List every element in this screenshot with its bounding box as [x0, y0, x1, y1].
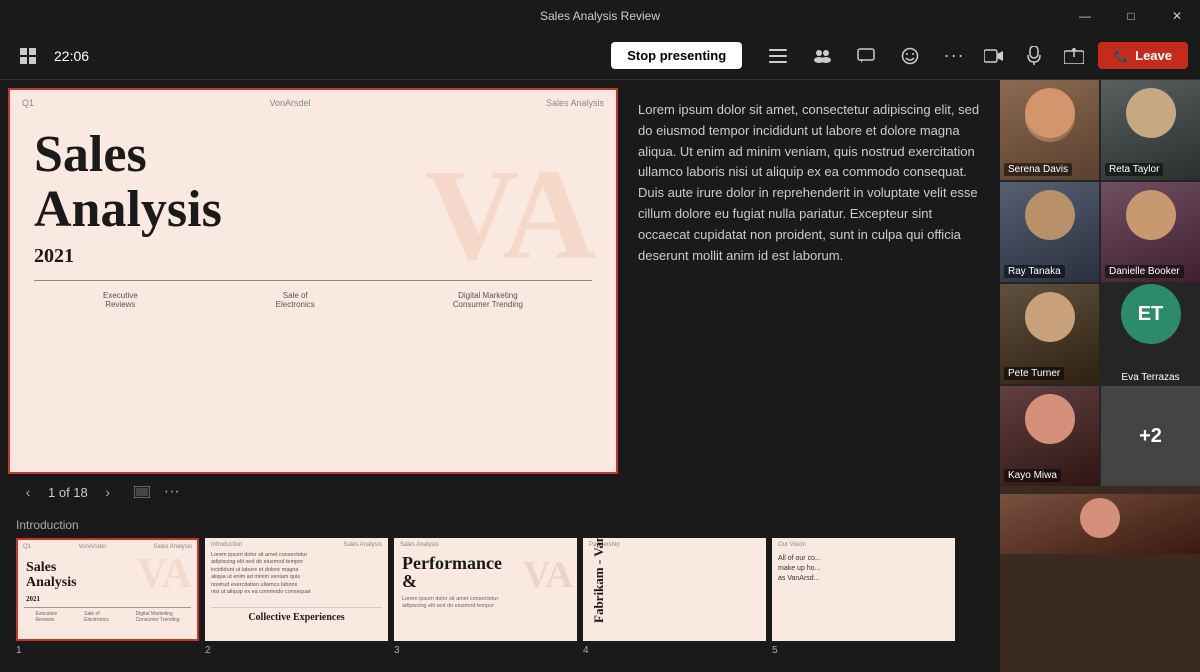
more-options-icon[interactable]: ···: [938, 40, 970, 72]
time-display: 22:06: [54, 48, 89, 64]
participant-tile-eva: ET Eva Terrazas: [1101, 284, 1200, 384]
thumbnail-2[interactable]: IntroductionSales Analysis Lorem ipsum d…: [205, 538, 388, 656]
participant-grid: Serena Davis Reta Taylor Ray Tanaka: [1000, 80, 1200, 486]
thumb-box-3[interactable]: Sales Analysis Performance& Lorem ipsum …: [394, 538, 577, 641]
participant-tile-pete: Pete Turner: [1000, 284, 1099, 384]
camera-icon[interactable]: [978, 40, 1010, 72]
participant-tile-serena: Serena Davis: [1000, 80, 1099, 180]
slide-view-area: Q1 VonArsdel Sales Analysis Sales Analys…: [8, 88, 992, 474]
participant-name-reta: Reta Taylor: [1105, 163, 1163, 176]
thumb2-header: IntroductionSales Analysis: [205, 538, 388, 550]
participant-name-pete: Pete Turner: [1004, 367, 1064, 380]
prev-page-button[interactable]: ‹: [16, 480, 40, 504]
slide-q-label: Q1: [22, 98, 34, 108]
slide-footer-item-2: Sale of Electronics: [276, 291, 315, 309]
thumb-box-1[interactable]: Q1VonArsdelSales Analysis SalesAnalysis …: [16, 538, 199, 641]
slide-footer-item-3: Digital Marketing Consumer Trending: [453, 291, 523, 309]
eva-avatar: ET: [1121, 284, 1181, 344]
share-screen-icon[interactable]: [1058, 40, 1090, 72]
last-participant-area: [1000, 486, 1200, 672]
presentation-panel: Q1 VonArsdel Sales Analysis Sales Analys…: [0, 80, 1000, 672]
app-grid-icon[interactable]: [12, 40, 44, 72]
slide-title-area: Sales Analysis 2021: [10, 116, 616, 280]
participant-name-eva: Eva Terrazas: [1117, 371, 1183, 384]
last-participant-tile: [1000, 494, 1200, 554]
main-slide: Q1 VonArsdel Sales Analysis Sales Analys…: [10, 90, 616, 472]
thumb-num-4: 4: [583, 645, 766, 656]
thumb5-header: Our Vision: [772, 538, 955, 550]
pagination-bar: ‹ 1 of 18 › ···: [8, 474, 992, 510]
slide-main-title: Sales Analysis: [34, 128, 592, 237]
section-label: Introduction: [16, 518, 984, 532]
microphone-icon[interactable]: [1018, 40, 1050, 72]
slide-view-icon[interactable]: [128, 480, 156, 504]
thumbnails-row: Q1VonArsdelSales Analysis SalesAnalysis …: [16, 538, 984, 656]
notes-text: Lorem ipsum dolor sit amet, consectetur …: [638, 100, 980, 266]
thumbnail-1[interactable]: Q1VonArsdelSales Analysis SalesAnalysis …: [16, 538, 199, 656]
toolbar-icons: ···: [762, 40, 970, 72]
thumb-num-3: 3: [394, 645, 577, 656]
reactions-icon[interactable]: [894, 40, 926, 72]
window-title: Sales Analysis Review: [540, 9, 660, 23]
more-slides-button[interactable]: ···: [164, 483, 180, 501]
participant-name-serena: Serena Davis: [1004, 163, 1072, 176]
more-participants-tile[interactable]: +2: [1101, 386, 1200, 486]
main-toolbar: 22:06 Stop presenting: [0, 32, 1200, 80]
slide-label-right: Sales Analysis: [546, 98, 604, 108]
more-participants-count: +2: [1139, 425, 1162, 448]
thumb3-watermark: VA: [523, 553, 573, 597]
participant-tile-danielle: Danielle Booker: [1101, 182, 1200, 282]
slide-footer: Executive Reviews Sale of Electronics Di…: [10, 285, 616, 315]
window-controls: — □ ✕: [1062, 0, 1200, 32]
chat-icon[interactable]: [850, 40, 882, 72]
toolbar-center: Stop presenting: [611, 40, 970, 72]
thumb-num-2: 2: [205, 645, 388, 656]
thumb3-header: Sales Analysis: [394, 538, 577, 550]
slide-footer-item-1: Executive Reviews: [103, 291, 138, 309]
page-info: 1 of 18: [48, 485, 88, 500]
next-page-button[interactable]: ›: [96, 480, 120, 504]
participants-list-icon[interactable]: [762, 40, 794, 72]
participant-tile-ray: Ray Tanaka: [1000, 182, 1099, 282]
toolbar-left: 22:06: [12, 40, 603, 72]
participant-tile-kayo: Kayo Miwa: [1000, 386, 1099, 486]
close-button[interactable]: ✕: [1154, 0, 1200, 32]
maximize-button[interactable]: □: [1108, 0, 1154, 32]
participants-panel: Serena Davis Reta Taylor Ray Tanaka: [1000, 80, 1200, 672]
leave-button[interactable]: 📞 Leave: [1098, 42, 1188, 69]
thumbnail-5[interactable]: Our Vision All of our co...make up ho...…: [772, 538, 955, 656]
thumb1-watermark: VA: [137, 550, 192, 598]
thumbnail-3[interactable]: Sales Analysis Performance& Lorem ipsum …: [394, 538, 577, 656]
slide-title-line1: Sales: [34, 128, 592, 183]
notes-panel: Lorem ipsum dolor sit amet, consectetur …: [626, 88, 992, 474]
slide-divider: [34, 280, 592, 281]
slide-logo: VonArsdel: [269, 98, 310, 108]
toolbar-right: 📞 Leave: [978, 40, 1188, 72]
main-content: Q1 VonArsdel Sales Analysis Sales Analys…: [0, 80, 1200, 672]
eva-initials: ET: [1138, 303, 1164, 326]
slide-header: Q1 VonArsdel Sales Analysis: [10, 90, 616, 116]
minimize-button[interactable]: —: [1062, 0, 1108, 32]
leave-label: Leave: [1135, 48, 1172, 63]
title-bar: Sales Analysis Review — □ ✕: [0, 0, 1200, 32]
media-controls: [978, 40, 1090, 72]
slide-year: 2021: [34, 245, 592, 268]
main-slide-container: Q1 VonArsdel Sales Analysis Sales Analys…: [8, 88, 618, 474]
phone-icon: 📞: [1114, 49, 1129, 63]
thumb4-header: Partnership: [583, 538, 766, 550]
thumb-num-1: 1: [16, 645, 199, 656]
participant-name-kayo: Kayo Miwa: [1004, 469, 1061, 482]
participant-name-danielle: Danielle Booker: [1105, 265, 1184, 278]
thumbnails-section: Introduction Q1VonArsdelSales Analysis S…: [8, 510, 992, 664]
thumb-box-5[interactable]: Our Vision All of our co...make up ho...…: [772, 538, 955, 641]
people-icon[interactable]: [806, 40, 838, 72]
stop-presenting-button[interactable]: Stop presenting: [611, 42, 742, 69]
slide-title-line2: Analysis: [34, 183, 592, 238]
thumb-box-4[interactable]: Partnership Fabrikam - VanArsdel: [583, 538, 766, 641]
thumb-box-2[interactable]: IntroductionSales Analysis Lorem ipsum d…: [205, 538, 388, 641]
thumbnail-4[interactable]: Partnership Fabrikam - VanArsdel 4: [583, 538, 766, 656]
thumb-num-5: 5: [772, 645, 955, 656]
participant-tile-reta: Reta Taylor: [1101, 80, 1200, 180]
participant-name-ray: Ray Tanaka: [1004, 265, 1065, 278]
